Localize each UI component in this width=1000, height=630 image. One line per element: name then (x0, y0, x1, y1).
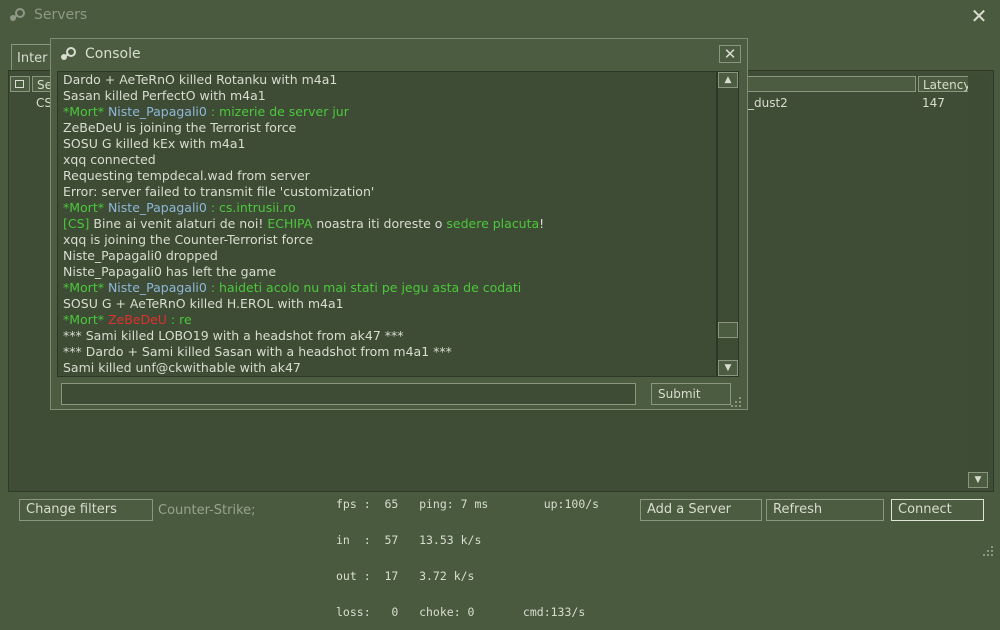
console-line-segment: : cs.intrusii.ro (206, 200, 296, 215)
console-line: Error: server failed to transmit file 'c… (63, 184, 544, 200)
console-line: *Mort* Niste_Papagali0 : cs.intrusii.ro (63, 200, 544, 216)
servers-title-bar[interactable]: Servers (0, 0, 1000, 32)
console-line: [CS] Bine ai venit alaturi de noi! ECHIP… (63, 216, 544, 232)
console-line-segment: : haideti acolo nu mai stati pe jegu ast… (206, 280, 522, 295)
console-lines: Dardo + AeTeRnO killed Rotanku with m4a1… (63, 72, 544, 376)
console-line-segment: Niste_Papagali0 has left the game (63, 264, 277, 279)
row-map: _dust2 (748, 96, 788, 110)
console-line-segment: *Mort* (63, 312, 108, 327)
console-line: *** Dardo + Sami killed Sasan with a hea… (63, 344, 544, 360)
console-line-segment: xqq connected (63, 152, 156, 167)
console-line: *Mort* Niste_Papagali0 : haideti acolo n… (63, 280, 544, 296)
console-log[interactable]: Dardo + AeTeRnO killed Rotanku with m4a1… (57, 71, 717, 377)
refresh-button[interactable]: Refresh (766, 499, 884, 521)
console-line: SOSU G killed kEx with m4a1 (63, 136, 544, 152)
console-line-segment: *Mort* (63, 104, 108, 119)
resize-grip-icon[interactable] (731, 397, 741, 407)
console-scrollbar[interactable]: ▲ ▼ (717, 71, 739, 377)
net-graph: fps : 65 ping: 7 ms up:100/s in : 57 13.… (336, 474, 599, 630)
server-list-scrollbar[interactable] (968, 76, 988, 488)
console-line-segment: SOSU G killed kEx with m4a1 (63, 136, 246, 151)
net-graph-line: fps : 65 ping: 7 ms up:100/s (336, 497, 600, 511)
console-line: Requesting tempdecal.wad from server (63, 168, 544, 184)
net-graph-line: loss: 0 choke: 0 cmd:133/s (336, 605, 586, 619)
column-lock-header[interactable] (10, 76, 30, 92)
console-line: xqq connected (63, 152, 544, 168)
console-line-segment: Error: server failed to transmit file 'c… (63, 184, 375, 199)
console-line: Niste_Papagali0 dropped (63, 248, 544, 264)
console-line: Sami killed unf@ckwithable with ak47 (63, 360, 544, 376)
console-line-segment: Requesting tempdecal.wad from server (63, 168, 310, 183)
steam-icon (61, 47, 76, 60)
console-line-segment: ECHIPA (267, 216, 313, 231)
steam-icon (10, 8, 25, 21)
console-line-segment: *** Sami killed LOBO19 with a headshot f… (63, 328, 404, 343)
console-line-segment: Sami killed unf@ckwithable with ak47 (63, 360, 301, 375)
console-scroll-thumb[interactable] (718, 322, 738, 338)
servers-title: Servers (34, 7, 88, 23)
console-line-segment: Dardo + AeTeRnO killed Rotanku with m4a1 (63, 72, 338, 87)
scroll-up-arrow-icon[interactable]: ▲ (718, 72, 738, 88)
console-line-segment: Niste_Papagali0 (107, 200, 207, 215)
console-line-segment: : mizerie de server jur (206, 104, 349, 119)
add-server-button[interactable]: Add a Server (640, 499, 762, 521)
tab-internet-label: Inter (17, 51, 48, 66)
console-line-segment: sedere placuta (446, 216, 540, 231)
console-line-segment: *Mort* (63, 280, 108, 295)
column-map-header[interactable]: p (730, 76, 916, 92)
console-line-segment: Niste_Papagali0 (107, 280, 207, 295)
console-line-segment: ! (539, 216, 545, 231)
console-line-segment: Niste_Papagali0 (107, 104, 207, 119)
console-line: *Mort* ZeBeDeU : re (63, 312, 544, 328)
console-title-bar[interactable]: Console ✕ (51, 39, 747, 69)
row-latency: 147 (922, 96, 945, 110)
resize-grip-icon[interactable] (982, 545, 994, 557)
submit-button[interactable]: Submit (651, 383, 731, 405)
console-line-segment: noastra iti doreste o (312, 216, 447, 231)
servers-close-icon[interactable]: ✕ (968, 6, 990, 26)
console-line: Niste_Papagali0 has left the game (63, 264, 544, 280)
console-line-segment: [CS] (63, 216, 90, 231)
console-line-segment: ZeBeDeU is joining the Terrorist force (63, 120, 297, 135)
column-latency-header[interactable]: Latency (918, 76, 972, 92)
lock-column-icon (15, 80, 24, 88)
console-command-input[interactable] (61, 383, 636, 405)
console-line-segment: Sasan killed PerfectO with m4a1 (63, 88, 266, 103)
console-line-segment: Bine ai venit alaturi de noi! (89, 216, 268, 231)
scroll-down-arrow-icon[interactable]: ▼ (718, 360, 738, 376)
console-line-segment: xqq is joining the Counter-Terrorist for… (63, 232, 314, 247)
console-line-segment: ZeBeDeU (107, 312, 167, 327)
console-line: ZeBeDeU is joining the Terrorist force (63, 120, 544, 136)
net-graph-line: in : 57 13.53 k/s (336, 533, 482, 547)
console-window[interactable]: Console ✕ Dardo + AeTeRnO killed Rotanku… (50, 38, 748, 410)
console-line-segment: Niste_Papagali0 dropped (63, 248, 218, 263)
filter-summary: Counter-Strike; (158, 503, 256, 518)
scroll-down-arrow-icon[interactable]: ▼ (968, 472, 988, 488)
console-line: SOSU G + AeTeRnO killed H.EROL with m4a1 (63, 296, 544, 312)
console-line: *** Sami killed LOBO19 with a headshot f… (63, 328, 544, 344)
console-close-icon[interactable]: ✕ (719, 45, 741, 63)
console-line: *Mort* Niste_Papagali0 : mizerie de serv… (63, 104, 544, 120)
console-line-segment: *** Dardo + Sami killed Sasan with a hea… (63, 344, 452, 359)
console-line: xqq is joining the Counter-Terrorist for… (63, 232, 544, 248)
console-line: Dardo + AeTeRnO killed Rotanku with m4a1 (63, 72, 544, 88)
console-line-segment: : re (166, 312, 192, 327)
console-line-segment: SOSU G + AeTeRnO killed H.EROL with m4a1 (63, 296, 344, 311)
console-title: Console (85, 46, 141, 62)
connect-button[interactable]: Connect (891, 499, 984, 521)
console-line: Sasan killed PerfectO with m4a1 (63, 88, 544, 104)
net-graph-line: out : 17 3.72 k/s (336, 569, 475, 583)
console-line-segment: *Mort* (63, 200, 108, 215)
change-filters-button[interactable]: Change filters (19, 499, 153, 521)
